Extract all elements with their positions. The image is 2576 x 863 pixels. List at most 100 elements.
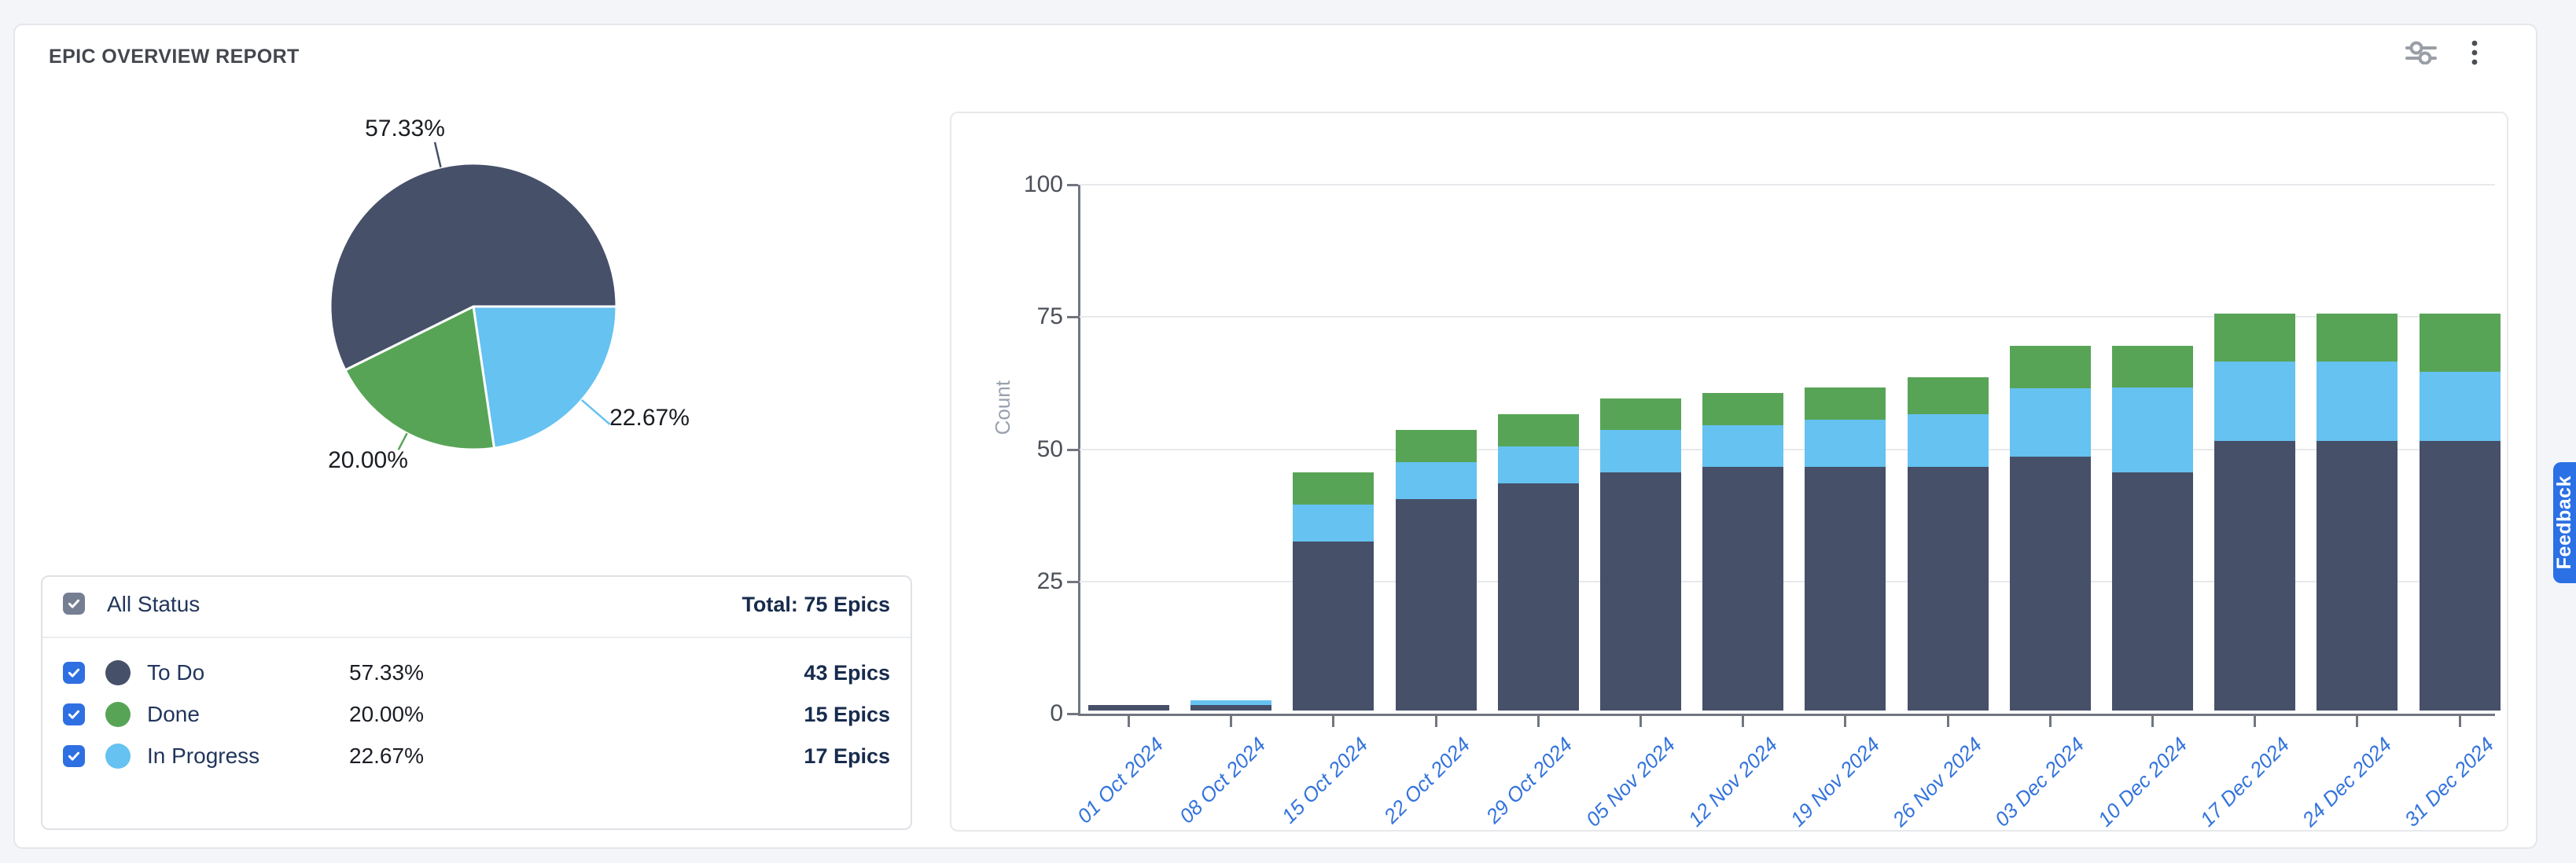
legend-row-in-progress[interactable]: In Progress22.67%17 Epics: [42, 734, 911, 778]
bar-column-03-dec-2024[interactable]: [2010, 346, 2091, 711]
bar-segment-done[interactable]: [1396, 430, 1477, 461]
bar-column-24-dec-2024[interactable]: [2317, 314, 2398, 711]
bar-segment-to-do[interactable]: [1396, 499, 1477, 711]
bar-segment-done[interactable]: [2112, 346, 2193, 388]
x-axis-date-label: 15 Oct 2024: [1277, 733, 1373, 828]
bar-segment-to-do[interactable]: [2112, 472, 2193, 711]
x-axis-date-label: 05 Nov 2024: [1581, 733, 1680, 832]
bar-column-01-oct-2024[interactable]: [1088, 705, 1169, 711]
bar-column-17-dec-2024[interactable]: [2214, 314, 2295, 711]
bar-column-29-oct-2024[interactable]: [1498, 414, 1579, 711]
bar-segment-in-progress[interactable]: [1908, 414, 1989, 467]
legend-row-checkbox[interactable]: [63, 662, 85, 684]
bar-segment-to-do[interactable]: [1702, 467, 1783, 711]
bar-segment-in-progress[interactable]: [2214, 362, 2295, 441]
legend-row-label: Done: [147, 692, 200, 736]
pie-slice-percentage-label: 20.00%: [328, 447, 408, 474]
bar-segment-done[interactable]: [2010, 346, 2091, 388]
bar-segment-to-do[interactable]: [1805, 467, 1886, 711]
y-axis-tick-label: 50: [959, 436, 1063, 463]
bar-segment-to-do[interactable]: [1498, 483, 1579, 711]
bar-segment-done[interactable]: [1805, 387, 1886, 419]
bar-segment-in-progress[interactable]: [1396, 462, 1477, 499]
bar-segment-done[interactable]: [1293, 472, 1374, 504]
report-toolbar: [2405, 39, 2479, 66]
bar-column-22-oct-2024[interactable]: [1396, 430, 1477, 711]
legend-row-done[interactable]: Done 20.00% 15 Epics: [42, 692, 911, 736]
all-status-checkbox[interactable]: [63, 593, 85, 615]
bar-segment-done[interactable]: [2317, 314, 2398, 362]
legend-row-checkbox[interactable]: [63, 703, 85, 725]
bar-segment-in-progress[interactable]: [1600, 430, 1681, 472]
bar-column-05-nov-2024[interactable]: [1600, 398, 1681, 711]
bar-column-15-oct-2024[interactable]: [1293, 472, 1374, 711]
bar-column-31-dec-2024[interactable]: [2420, 314, 2501, 711]
status-color-dot: [105, 744, 131, 769]
bar-segment-to-do[interactable]: [2010, 457, 2091, 711]
x-axis-tick-mark: [2356, 716, 2358, 727]
x-axis-tick-mark: [1230, 716, 1232, 727]
bar-segment-to-do[interactable]: [2420, 441, 2501, 711]
more-menu-kebab-icon[interactable]: [2470, 39, 2479, 66]
bar-segment-done[interactable]: [1498, 414, 1579, 446]
pie-label-leader-line: [582, 400, 610, 424]
status-color-dot: [105, 660, 131, 685]
x-axis-date-label: 26 Nov 2024: [1888, 733, 1987, 832]
y-axis-tick-label: 25: [959, 568, 1063, 595]
bar-segment-to-do[interactable]: [2214, 441, 2295, 711]
bar-column-19-nov-2024[interactable]: [1805, 387, 1886, 711]
bar-segment-in-progress[interactable]: [1805, 420, 1886, 468]
bar-segment-to-do[interactable]: [2317, 441, 2398, 711]
x-axis-tick-mark: [1435, 716, 1437, 727]
gridline-y-100: [1080, 184, 2495, 185]
bar-segment-in-progress[interactable]: [2420, 372, 2501, 441]
legend-row-label: In Progress: [147, 734, 259, 778]
feedback-button[interactable]: Feedback: [2553, 462, 2576, 583]
all-status-label: All Status: [107, 577, 200, 632]
bar-segment-in-progress[interactable]: [1190, 700, 1271, 706]
pie-slice-percentage-label: 57.33%: [365, 116, 445, 142]
status-color-dot: [105, 702, 131, 727]
bar-segment-in-progress[interactable]: [2112, 387, 2193, 472]
report-card: EPIC OVERVIEW REPORT 22.: [13, 24, 2537, 849]
bar-segment-in-progress[interactable]: [2317, 362, 2398, 441]
bar-column-12-nov-2024[interactable]: [1702, 393, 1783, 711]
bar-column-10-dec-2024[interactable]: [2112, 346, 2193, 711]
bar-segment-to-do[interactable]: [1190, 705, 1271, 711]
x-axis-line: [1078, 714, 2495, 716]
bar-segment-to-do[interactable]: [1600, 472, 1681, 711]
bar-segment-done[interactable]: [2214, 314, 2295, 362]
bar-segment-to-do[interactable]: [1908, 467, 1989, 711]
legend-row-percent: 20.00%: [349, 692, 424, 736]
bar-column-08-oct-2024[interactable]: [1190, 700, 1271, 711]
bar-segment-done[interactable]: [1702, 393, 1783, 424]
bar-segment-in-progress[interactable]: [1702, 425, 1783, 468]
y-axis-tick-mark: [1067, 184, 1078, 186]
y-axis-tick-mark: [1067, 713, 1078, 715]
bar-segment-in-progress[interactable]: [1293, 505, 1374, 542]
bar-column-26-nov-2024[interactable]: [1908, 377, 1989, 711]
legend-row-label: To Do: [147, 651, 204, 695]
y-axis-tick-label: 0: [959, 700, 1063, 727]
bar-segment-in-progress[interactable]: [2010, 388, 2091, 457]
x-axis-date-label: 03 Dec 2024: [1990, 733, 2089, 832]
bar-segment-done[interactable]: [2420, 314, 2501, 372]
x-axis-date-label: 10 Dec 2024: [2092, 733, 2191, 832]
pie-slice-in-progress[interactable]: [473, 307, 616, 448]
x-axis-tick-mark: [1844, 716, 1846, 727]
legend-row-to-do[interactable]: To Do57.33%43 Epics: [42, 651, 911, 695]
x-axis-date-label: 19 Nov 2024: [1786, 733, 1885, 832]
feedback-button-label: Feedback: [2553, 476, 2576, 569]
x-axis-date-label: 01 Oct 2024: [1072, 733, 1168, 828]
legend-row-count: 15 Epics: [804, 692, 890, 736]
status-pie-chart: 22.67%20.00%57.33%: [237, 80, 741, 520]
bar-segment-to-do[interactable]: [1088, 705, 1169, 711]
legend-row-checkbox[interactable]: [63, 745, 85, 767]
bar-segment-in-progress[interactable]: [1498, 446, 1579, 483]
bar-segment-done[interactable]: [1600, 398, 1681, 430]
filter-settings-icon[interactable]: [2405, 41, 2437, 64]
bar-segment-done[interactable]: [1908, 377, 1989, 414]
x-axis-tick-mark: [1332, 716, 1334, 727]
epic-trend-bar-chart: Count 025507510001 Oct 202408 Oct 202415…: [950, 112, 2508, 832]
bar-segment-to-do[interactable]: [1293, 542, 1374, 711]
